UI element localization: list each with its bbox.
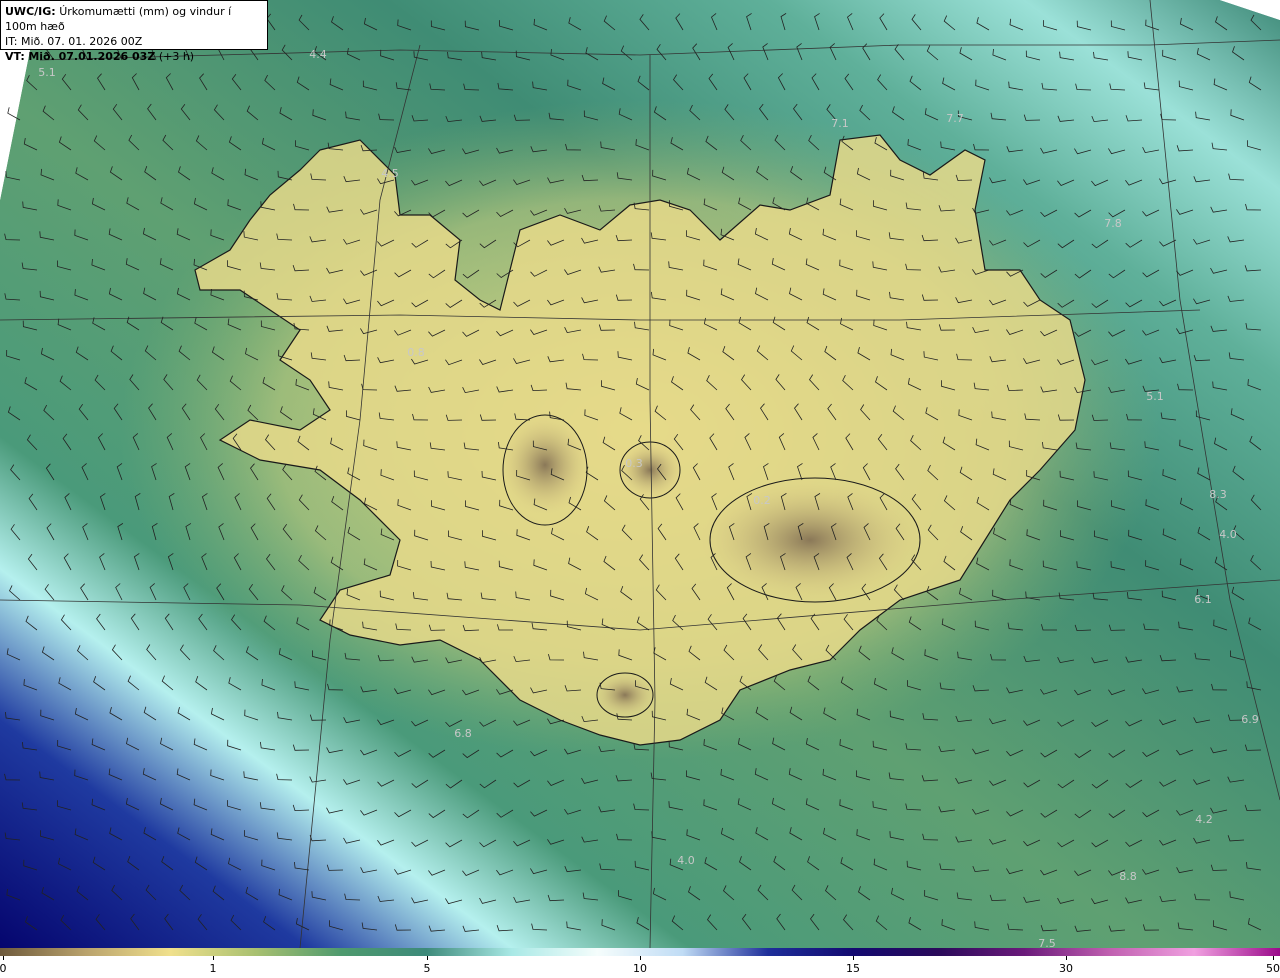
- colorbar-tick-label: 10: [633, 962, 647, 975]
- vt-offset: (+3 h): [158, 50, 195, 63]
- colorbar-tick-label: 50: [1266, 962, 1280, 975]
- glacier-myrdalsjokull: [595, 673, 655, 717]
- colorbar-tick-label: 5: [423, 962, 431, 975]
- precip-value-label: 7.7: [946, 112, 964, 125]
- colorbar-tick-mark: [853, 956, 854, 960]
- vt-value: Mið. 07.01.2026 03Z: [28, 50, 156, 63]
- weather-map[interactable]: 5.1 4.4 4.5 7.1 7.7 7.8 0.8 0.3 0.2 6.8 6.1 4.2 4.0 7…: [0, 0, 1280, 948]
- colorbar-tick-label: 1: [209, 962, 217, 975]
- colorbar-tick-mark: [640, 956, 641, 960]
- title-line: UWC/IG: Úrkomumætti (mm) og vindur í 100…: [5, 4, 263, 34]
- precip-value-label: 6.9: [1241, 713, 1259, 726]
- it-value: Mið. 07. 01. 2026 00Z: [20, 35, 143, 48]
- colorbar-tick-mark: [1273, 956, 1274, 960]
- colorbar-tick-mark: [1066, 956, 1067, 960]
- colorbar-tick-mark: [427, 956, 428, 960]
- colorbar-gradient: [0, 948, 1280, 956]
- precip-value-label: 7.5: [1038, 937, 1056, 948]
- precip-value-label: 4.0: [677, 854, 695, 867]
- init-time-line: IT: Mið. 07. 01. 2026 00Z: [5, 34, 263, 49]
- glacier-langjokull: [500, 415, 590, 515]
- precip-value-label: 8.3: [1209, 488, 1227, 501]
- model-label: UWC/IG:: [5, 5, 56, 18]
- vt-label: VT:: [5, 50, 25, 63]
- precip-value-label: 4.4: [309, 48, 327, 61]
- precip-value-label: 4.2: [1195, 813, 1213, 826]
- precip-value-label: 7.8: [1104, 217, 1122, 230]
- map-info-box: UWC/IG: Úrkomumætti (mm) og vindur í 100…: [0, 0, 268, 63]
- colorbar-tick-label: 30: [1059, 962, 1073, 975]
- precip-value-label: 0.2: [753, 494, 771, 507]
- precip-value-label: 4.5: [381, 167, 399, 180]
- precipitation-colorbar: 0 1 5 10 15 30 50: [0, 948, 1280, 978]
- precip-value-label: 6.8: [454, 727, 472, 740]
- precip-value-label: 0.3: [625, 457, 643, 470]
- precip-value-label: 6.1: [1194, 593, 1212, 606]
- glacier-hofsjokull: [618, 442, 682, 498]
- colorbar-strip: [0, 948, 1280, 956]
- it-label: IT:: [5, 35, 18, 48]
- valid-time-line: VT: Mið. 07.01.2026 03Z (+3 h): [5, 49, 263, 64]
- colorbar-tick-label: 0: [0, 962, 7, 975]
- colorbar-tick-mark: [213, 956, 214, 960]
- colorbar-tick-label: 15: [846, 962, 860, 975]
- precip-value-label: 4.0: [1219, 528, 1237, 541]
- precip-value-label: 5.1: [1146, 390, 1164, 403]
- colorbar-tick-mark: [3, 956, 4, 960]
- precip-value-label: 0.8: [407, 346, 425, 359]
- precip-value-label: 7.1: [831, 117, 849, 130]
- precip-value-label: 5.1: [38, 66, 56, 79]
- glacier-vatnajokull: [700, 480, 920, 600]
- precip-value-label: 8.8: [1119, 870, 1137, 883]
